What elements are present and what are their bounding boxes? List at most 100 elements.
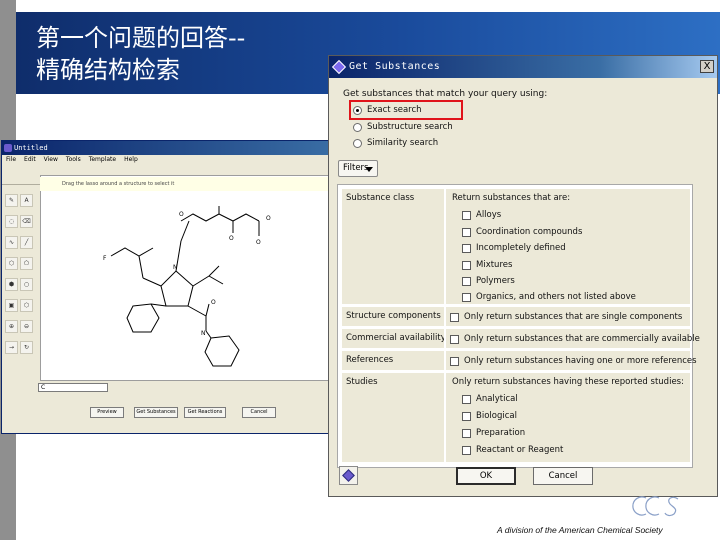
checkbox-mixtures[interactable]: Mixtures	[462, 259, 512, 271]
pencil-tool-icon[interactable]: ✎	[5, 194, 18, 207]
checkbox-mixtures-label: Mixtures	[476, 260, 513, 270]
checkbox-organics-and-others-label: Organics, and others not listed above	[476, 292, 636, 302]
checkbox-reactant-or-reagent-label: Reactant or Reagent	[476, 445, 564, 455]
checkbox-has-references-label: Only return substances having one or mor…	[464, 356, 697, 366]
ring7-tool-icon[interactable]: ○	[20, 278, 33, 291]
ok-button[interactable]: OK	[456, 467, 516, 485]
checkbox-organics-and-others[interactable]: Organics, and others not listed above	[462, 291, 636, 303]
chain-tool-icon[interactable]: ∿	[5, 236, 18, 249]
ring5-tool-icon[interactable]: ⬠	[20, 257, 33, 270]
ring6-tool-icon[interactable]: ⬢	[5, 278, 18, 291]
lasso-tool-icon[interactable]: ◌	[5, 215, 18, 228]
editor-menubar: File Edit View Tools Template Help	[2, 155, 336, 165]
slide-title: 第一个问题的回答-- 精确结构检索	[36, 22, 245, 86]
filter-substance-class-name: Substance class	[346, 193, 415, 203]
filters-dropdown-button[interactable]: Filters	[338, 160, 378, 177]
filter-commercial-availability: Commercial availability Only return subs…	[342, 329, 700, 349]
menu-file[interactable]: File	[6, 155, 16, 165]
query-structure-drawing: O O O O F N N O	[103, 206, 271, 367]
svg-text:O: O	[229, 235, 234, 242]
cancel-button[interactable]: Cancel	[533, 467, 593, 485]
filter-separator	[444, 189, 446, 304]
svg-text:O: O	[266, 215, 271, 222]
filter-references-name: References	[346, 355, 394, 365]
checkbox-single-components[interactable]: Only return substances that are single c…	[450, 311, 682, 323]
checkbox-single-components-box[interactable]	[450, 312, 459, 322]
dialog-title: Get Substances	[349, 61, 441, 72]
checkbox-commercially-available-box[interactable]	[450, 334, 459, 344]
checkbox-mixtures-box[interactable]	[462, 260, 471, 270]
eraser-tool-icon[interactable]: ⌫	[20, 215, 33, 228]
checkbox-reactant-or-reagent-box[interactable]	[462, 445, 471, 455]
checkbox-commercially-available[interactable]: Only return substances that are commerci…	[450, 333, 700, 345]
get-substances-button[interactable]: Get Substances	[134, 407, 178, 418]
checkbox-preparation[interactable]: Preparation	[462, 427, 525, 439]
checkbox-incompletely-defined[interactable]: Incompletely defined	[462, 242, 566, 254]
checkbox-biological-label: Biological	[476, 411, 517, 421]
radio-similarity-search[interactable]: Similarity search	[353, 136, 438, 150]
checkbox-polymers[interactable]: Polymers	[462, 275, 515, 287]
checkbox-coordination-compounds[interactable]: Coordination compounds	[462, 226, 582, 238]
filter-separator	[444, 373, 446, 462]
radio-similarity-search-control[interactable]	[353, 138, 362, 148]
svg-text:F: F	[103, 255, 107, 262]
checkbox-alloys-label: Alloys	[476, 210, 502, 220]
bond-tool-icon[interactable]: ╱	[20, 236, 33, 249]
checkbox-incompletely-defined-label: Incompletely defined	[476, 243, 566, 253]
charge-minus-icon[interactable]: ⊖	[20, 320, 33, 333]
close-icon[interactable]: X	[700, 60, 714, 73]
radio-substructure-search-label: Substructure search	[367, 122, 453, 132]
cas-logo	[632, 496, 679, 517]
checkbox-reactant-or-reagent[interactable]: Reactant or Reagent	[462, 444, 563, 456]
checkbox-coordination-compounds-box[interactable]	[462, 227, 471, 237]
atom-symbol-field[interactable]: C	[38, 383, 108, 392]
checkbox-analytical-label: Analytical	[476, 394, 518, 404]
preview-button[interactable]: Preview	[90, 407, 124, 418]
menu-help[interactable]: Help	[124, 155, 138, 165]
editor-cancel-button[interactable]: Cancel	[242, 407, 276, 418]
checkbox-alloys[interactable]: Alloys	[462, 209, 501, 221]
arrow-tool-icon[interactable]: →	[5, 341, 18, 354]
checkbox-single-components-label: Only return substances that are single c…	[464, 312, 683, 322]
radio-similarity-search-label: Similarity search	[367, 138, 439, 148]
substance-class-heading: Return substances that are:	[452, 193, 571, 203]
checkbox-biological[interactable]: Biological	[462, 410, 517, 422]
checkbox-biological-box[interactable]	[462, 411, 471, 421]
charge-plus-icon[interactable]: ⊕	[5, 320, 18, 333]
template-tool-icon[interactable]: ▣	[5, 299, 18, 312]
filter-substance-class: Substance class Return substances that a…	[342, 189, 690, 305]
match-mode-label: Get substances that match your query usi…	[343, 89, 548, 99]
checkbox-has-references[interactable]: Only return substances having one or mor…	[450, 355, 697, 367]
radio-exact-search-control[interactable]	[353, 105, 362, 115]
atom-tool-icon[interactable]: A	[20, 194, 33, 207]
benzene-tool-icon[interactable]: ⬡	[20, 299, 33, 312]
menu-edit[interactable]: Edit	[24, 155, 36, 165]
menu-template[interactable]: Template	[89, 155, 116, 165]
help-icon[interactable]	[339, 466, 358, 485]
filters-panel: Substance class Return substances that a…	[337, 184, 700, 468]
menu-view[interactable]: View	[44, 155, 58, 165]
checkbox-polymers-box[interactable]	[462, 276, 471, 286]
radio-substructure-search[interactable]: Substructure search	[353, 120, 453, 134]
get-substances-dialog: Get Substances X Get substances that mat…	[328, 55, 718, 497]
radio-substructure-search-control[interactable]	[353, 122, 362, 132]
ring-tool-icon[interactable]: ⬡	[5, 257, 18, 270]
checkbox-analytical-box[interactable]	[462, 394, 471, 404]
svg-text:O: O	[256, 239, 261, 246]
checkbox-has-references-box[interactable]	[450, 356, 459, 366]
svg-text:N: N	[201, 330, 206, 337]
filter-commercial-availability-name: Commercial availability	[346, 333, 446, 343]
get-reactions-button[interactable]: Get Reactions	[184, 407, 226, 418]
checkbox-organics-and-others-box[interactable]	[462, 292, 471, 302]
svg-text:O: O	[211, 299, 216, 306]
checkbox-incompletely-defined-box[interactable]	[462, 243, 471, 253]
checkbox-preparation-box[interactable]	[462, 428, 471, 438]
drawing-canvas[interactable]: O O O O F N N O	[40, 175, 332, 381]
radio-exact-search[interactable]: Exact search	[353, 103, 422, 117]
rotate-tool-icon[interactable]: ↻	[20, 341, 33, 354]
menu-tools[interactable]: Tools	[66, 155, 81, 165]
checkbox-alloys-box[interactable]	[462, 210, 471, 220]
editor-hint-bar: Drag the lasso around a structure to sel…	[40, 177, 332, 191]
checkbox-preparation-label: Preparation	[476, 428, 526, 438]
checkbox-analytical[interactable]: Analytical	[462, 393, 518, 405]
